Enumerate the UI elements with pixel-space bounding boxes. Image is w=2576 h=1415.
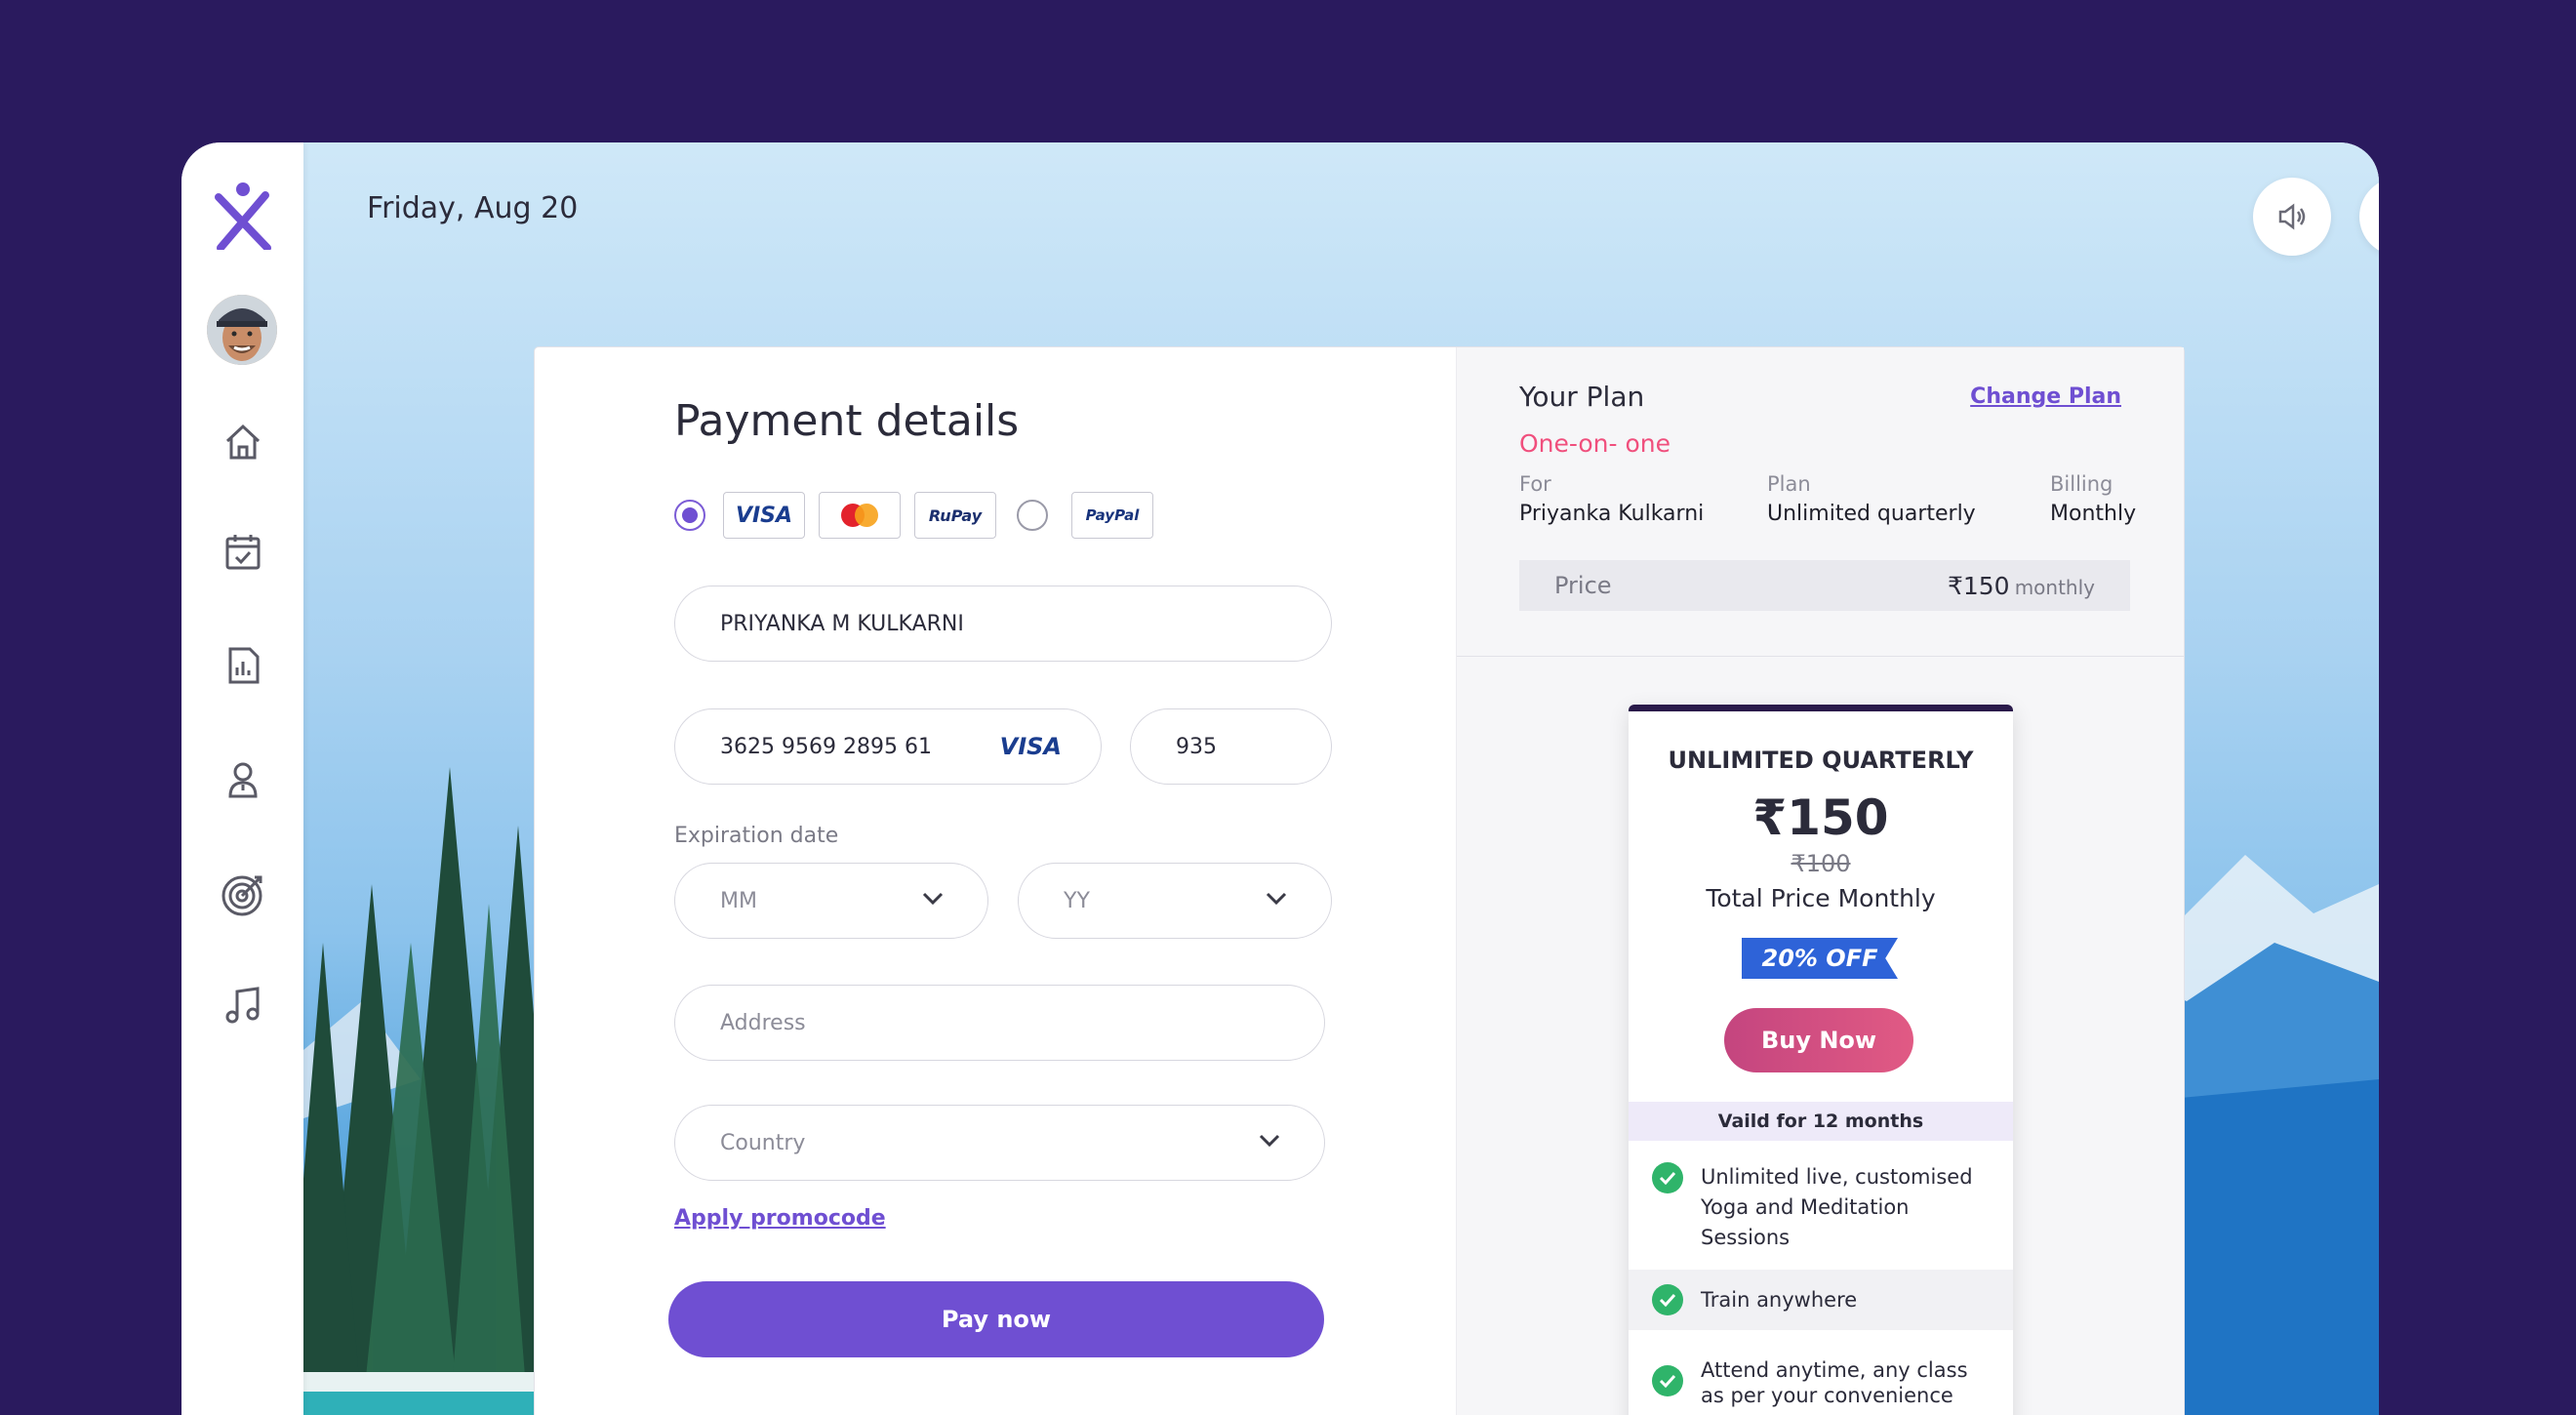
your-plan-heading: Your Plan	[1519, 381, 1645, 413]
billing-value: Monthly	[2050, 502, 2137, 526]
price-amount: ₹150 monthly	[1948, 572, 2095, 600]
expiry-year-select[interactable]: YY	[1018, 863, 1332, 939]
price-value: ₹150	[1947, 571, 2010, 600]
chevron-down-icon	[922, 892, 944, 906]
cvv-input[interactable]: 935	[1130, 708, 1332, 785]
paypal-logo: PayPal	[1071, 492, 1153, 539]
check-icon	[1652, 1284, 1683, 1315]
speaker-icon	[2278, 203, 2306, 230]
expiry-month-placeholder: MM	[720, 888, 757, 913]
card-number-input[interactable]: 3625 9569 2895 61 VISA	[674, 708, 1102, 785]
feature-text: Train anywhere	[1701, 1287, 1858, 1312]
buy-now-button[interactable]: Buy Now	[1724, 1008, 1913, 1072]
payment-title: Payment details	[674, 396, 1020, 446]
expiration-label: Expiration date	[674, 824, 839, 848]
address-input[interactable]: Address	[674, 985, 1325, 1061]
for-label: For	[1519, 472, 1551, 496]
price-period: monthly	[2014, 575, 2095, 599]
visa-logo: VISA	[723, 492, 805, 539]
card-number-value: 3625 9569 2895 61	[720, 734, 932, 759]
price-row: Price ₹150 monthly	[1519, 560, 2130, 611]
offer-price: ₹150	[1752, 789, 1889, 846]
feature-item: Attend anytime, any class as per your co…	[1629, 1357, 2013, 1408]
section-divider	[1457, 656, 2184, 657]
card-payment-radio[interactable]	[674, 500, 705, 531]
background-scene: Friday, Aug 20 12 Payment details VISA R…	[303, 142, 2379, 1415]
visa-icon: VISA	[999, 733, 1062, 760]
plan-name: One-on- one	[1519, 429, 1671, 458]
profile-icon[interactable]	[213, 749, 273, 810]
check-icon	[1652, 1162, 1683, 1193]
offer-card: UNLIMITED QUARTERLY ₹150 ₹100 Total Pric…	[1629, 705, 2013, 1415]
validity-banner: Vaild for 12 months	[1629, 1102, 2013, 1141]
check-icon	[1652, 1365, 1683, 1396]
chevron-down-icon	[1259, 1134, 1280, 1148]
mastercard-logo	[819, 492, 901, 539]
payment-form: Payment details VISA RuPay PayPal PRIYAN…	[535, 347, 1456, 1415]
plan-label: Plan	[1767, 472, 1811, 496]
music-note-icon[interactable]	[213, 975, 273, 1035]
app-logo[interactable]	[211, 180, 275, 252]
discount-ribbon: 20% OFF	[1742, 938, 1898, 979]
avatar[interactable]	[207, 295, 277, 365]
price-label: Price	[1554, 572, 1612, 599]
calendar-check-icon[interactable]	[213, 521, 273, 582]
offer-total-label: Total Price Monthly	[1706, 884, 1936, 912]
country-placeholder: Country	[720, 1130, 806, 1155]
feature-item: Train anywhere	[1629, 1270, 2013, 1330]
feature-text: Attend anytime, any class as per your co…	[1701, 1358, 1968, 1407]
plan-summary: Your Plan Change Plan One-on- one For Pr…	[1456, 347, 2184, 1415]
cardholder-name-input[interactable]: PRIYANKA M KULKARNI	[674, 586, 1332, 662]
expiry-year-placeholder: YY	[1064, 888, 1090, 913]
chevron-down-icon	[1266, 892, 1287, 906]
app-window: Friday, Aug 20 12 Payment details VISA R…	[181, 142, 2379, 1415]
country-select[interactable]: Country	[674, 1105, 1325, 1181]
pay-now-button[interactable]: Pay now	[668, 1281, 1324, 1357]
for-value: Priyanka Kulkarni	[1519, 502, 1705, 526]
change-plan-link[interactable]: Change Plan	[1970, 384, 2121, 409]
plan-value: Unlimited quarterly	[1767, 502, 1976, 526]
paypal-payment-radio[interactable]	[1017, 500, 1048, 531]
current-date: Friday, Aug 20	[367, 191, 579, 225]
target-icon[interactable]	[213, 865, 273, 925]
checkout-card: Payment details VISA RuPay PayPal PRIYAN…	[535, 347, 2184, 1415]
sound-button[interactable]	[2253, 178, 2331, 256]
rupay-logo: RuPay	[914, 492, 996, 539]
feature-text: Unlimited live, customised Yoga and Medi…	[1701, 1165, 1973, 1249]
expiry-month-select[interactable]: MM	[674, 863, 988, 939]
billing-label: Billing	[2050, 472, 2113, 496]
offer-old-price: ₹100	[1791, 850, 1851, 877]
feature-item: Unlimited live, customised Yoga and Medi…	[1629, 1162, 2013, 1253]
offer-title: UNLIMITED QUARTERLY	[1668, 747, 1974, 774]
report-chart-icon[interactable]	[213, 635, 273, 696]
home-icon[interactable]	[213, 412, 273, 472]
sidebar	[181, 142, 303, 1415]
apply-promocode-link[interactable]: Apply promocode	[674, 1206, 886, 1231]
